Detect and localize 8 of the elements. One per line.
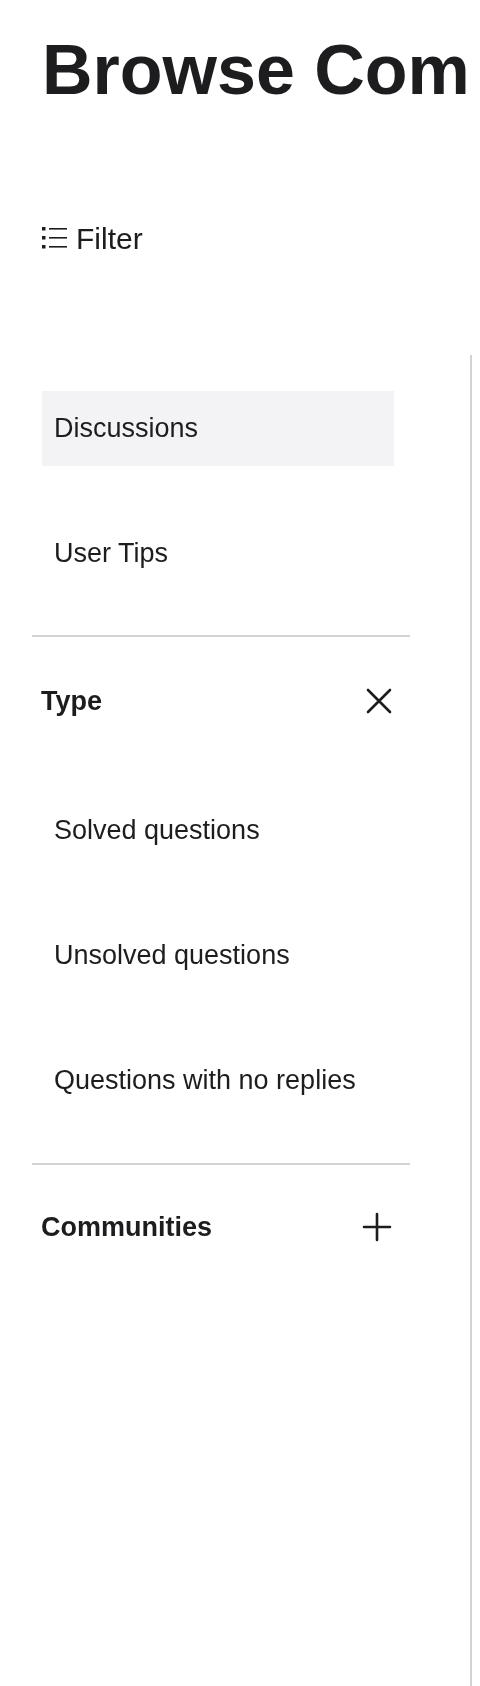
section-header[interactable]: Communities — [32, 1207, 410, 1247]
page-title: Browse Com — [41, 30, 471, 110]
filter-button[interactable]: Filter — [42, 218, 143, 258]
list-icon — [42, 225, 67, 251]
close-icon — [366, 688, 392, 714]
filter-option[interactable]: Discussions — [42, 391, 394, 466]
section-header[interactable]: Type — [32, 681, 410, 721]
plus-icon — [362, 1212, 392, 1242]
